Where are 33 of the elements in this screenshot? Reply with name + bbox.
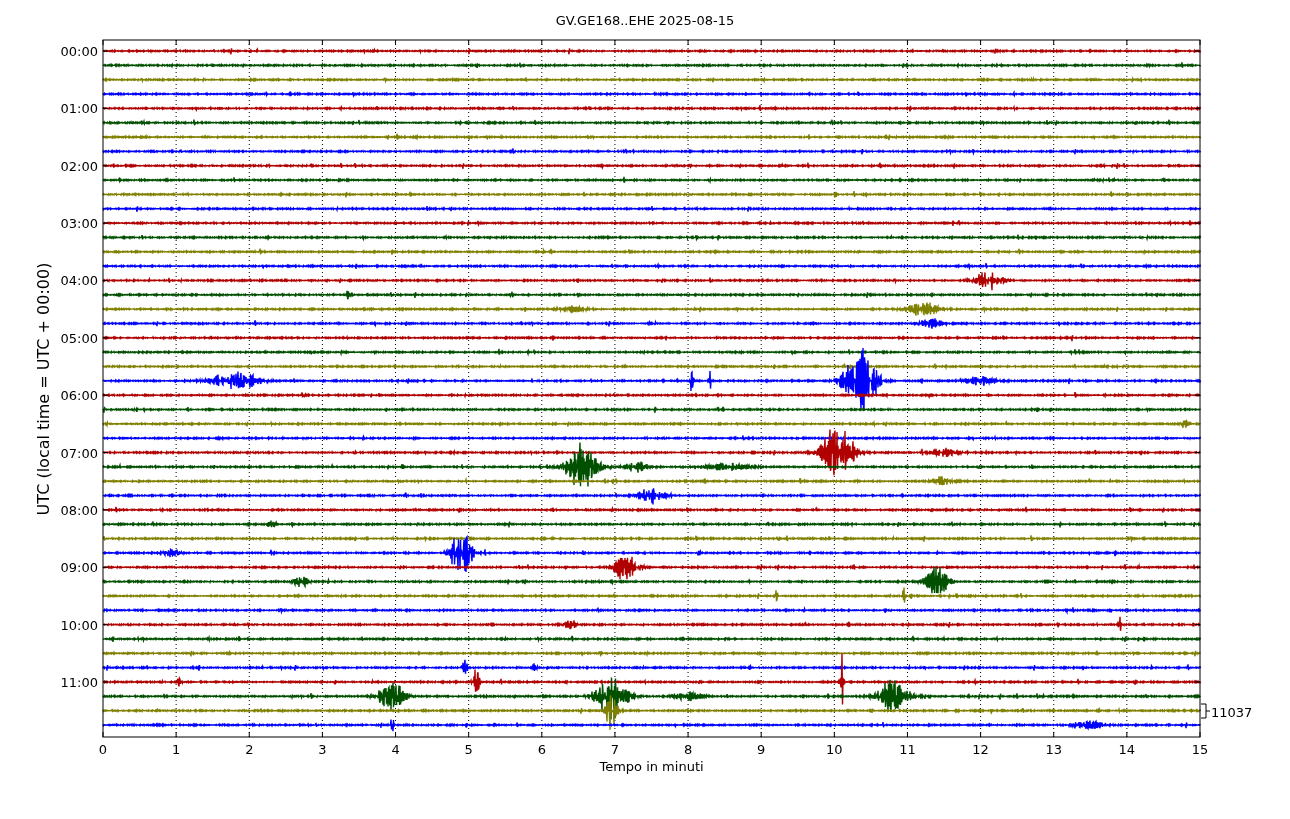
x-tick-label: 8	[683, 742, 693, 757]
x-tick-label: 7	[610, 742, 620, 757]
y-tick-label: 06:00	[60, 388, 98, 404]
x-tick-label: 2	[245, 742, 254, 757]
y-tick-label: 01:00	[60, 101, 98, 117]
x-tick-label: 12	[972, 742, 989, 757]
y-tick-label: 04:00	[60, 273, 98, 289]
x-tick-label: 9	[757, 742, 766, 757]
y-tick-label: 07:00	[60, 445, 98, 461]
plot-title: GV.GE168..EHE 2025-08-15	[555, 13, 735, 28]
x-tick-label: 5	[464, 742, 473, 757]
scale-label: 11037	[1211, 705, 1253, 720]
y-tick-label: 10:00	[60, 617, 98, 633]
x-tick-label: 6	[537, 742, 546, 757]
y-tick-label: 02:00	[60, 158, 98, 174]
y-tick-label: 08:00	[60, 502, 98, 518]
x-tick-label: 10	[826, 742, 843, 757]
y-axis-label: UTC (local time = UTC + 00:00)	[34, 262, 53, 516]
x-tick-label: 3	[318, 742, 327, 757]
x-tick-label: 15	[1191, 742, 1209, 757]
y-tick-label: 09:00	[60, 560, 98, 576]
x-tick-label: 1	[172, 742, 181, 757]
y-tick-label: 05:00	[60, 330, 98, 346]
y-tick-label: 00:00	[60, 44, 98, 59]
x-tick-label: 11	[899, 742, 916, 757]
x-tick-label: 4	[391, 742, 400, 757]
x-tick-label: 14	[1118, 742, 1136, 757]
scale-bracket	[1200, 703, 1211, 719]
y-tick-label: 11:00	[60, 674, 98, 690]
x-axis-label: Tempo in minuti	[599, 759, 704, 774]
y-tick-label: 03:00	[60, 216, 98, 232]
x-tick-label: 0	[98, 742, 108, 757]
x-tick-label: 13	[1045, 742, 1062, 757]
